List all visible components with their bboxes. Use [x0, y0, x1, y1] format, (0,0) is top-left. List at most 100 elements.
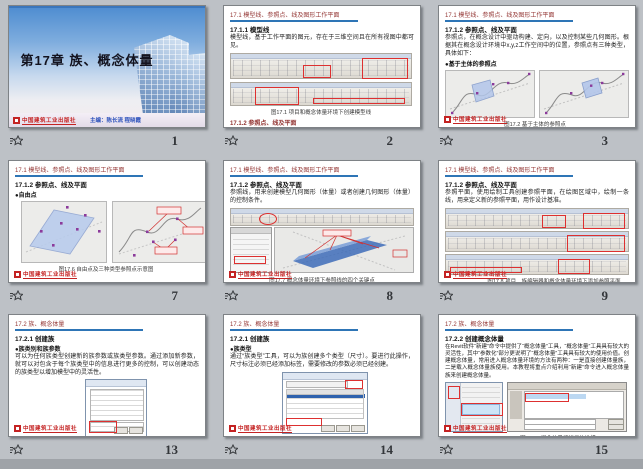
- slide-meta-row: 14: [223, 441, 419, 459]
- highlight-box: [461, 403, 503, 416]
- highlight-box: [303, 65, 331, 78]
- slide-number: 2: [387, 133, 420, 149]
- slide-meta-row: 2: [223, 132, 419, 150]
- section-header: 17.2 族、概念体量: [230, 319, 414, 328]
- slide-number: 14: [380, 442, 419, 458]
- animation-star-icon[interactable]: [438, 290, 453, 302]
- slide-thumbnail-15[interactable]: 17.2 族、概念体量 17.2.2 创建概念体量 在Revit软件“新建”命令…: [438, 314, 636, 437]
- title-slide-top-rule: [9, 6, 205, 8]
- file-list: [524, 391, 624, 419]
- reference-plane-graphic: [22, 202, 106, 262]
- revit-ribbon-screenshot-2: [445, 231, 629, 252]
- figure-row: [21, 201, 199, 263]
- publisher-logo-icon: [229, 425, 236, 432]
- dialog-title-bar: [283, 373, 367, 380]
- section-header: 17.1 模型线、参照点、线及图形工作平面: [445, 165, 629, 174]
- slide-thumbnail-2[interactable]: 17.1 模型线、参照点、线及图形工作平面 17.1.1 模型线 模型线，基于工…: [223, 5, 421, 128]
- publisher-logo: 中国建筑工业出版社: [13, 116, 76, 125]
- editors-line: 主编：陈长流 程晓霞: [90, 116, 141, 124]
- content-slide: 17.1 模型线、参照点、线及图形工作平面 17.1.2 参照点、线及平面 参照…: [224, 161, 420, 282]
- header-rule: [445, 329, 573, 331]
- revit-screenshot: [230, 208, 414, 274]
- subsection-heading: 17.1.2 参照点、线及平面: [15, 179, 199, 189]
- slide-thumbnail-3[interactable]: 17.1 模型线、参照点、线及图形工作平面 17.1.2 参照点、线及平面 参照…: [438, 5, 636, 128]
- publisher-name: 中国建筑工业出版社: [453, 424, 507, 433]
- slide-thumbnail-1[interactable]: 第17章 族、概念体量 中国建筑工业出版社 主编：陈长流 程晓霞: [8, 5, 206, 128]
- slide-thumbnail-8[interactable]: 17.1 模型线、参照点、线及图形工作平面 17.1.2 参照点、线及平面 参照…: [223, 160, 421, 283]
- subsection-heading: 17.1.2 参照点、线及平面: [445, 24, 629, 34]
- animation-star-icon[interactable]: [223, 444, 238, 456]
- header-rule: [230, 20, 358, 22]
- figure-caption: 图17.15 概念体量族样板的选择: [493, 434, 623, 437]
- revit-ribbon-screenshot-3: [445, 254, 629, 275]
- slide-meta-row: 3: [438, 132, 634, 150]
- animation-star-icon[interactable]: [223, 290, 238, 302]
- places-sidebar: [510, 391, 522, 419]
- figure-caption: 图17.1 项目和概念体量环境下创建模型线: [230, 108, 412, 116]
- highlight-box: [313, 98, 405, 104]
- publisher-logo: 中国建筑工业出版社: [14, 270, 77, 279]
- highlight-box: [558, 259, 590, 274]
- publisher-name: 中国建筑工业出版社: [453, 115, 507, 124]
- publisher-logo: 中国建筑工业出版社: [444, 115, 507, 124]
- body-text: 可以为任何族类型创建新的族参数或族类型参数。通过添加新参数，就可以对包含于每个族…: [15, 354, 199, 377]
- content-slide: 17.2 族、概念体量 17.2.1 创建族 ●族类别和族参数 可以为任何族类型…: [9, 315, 205, 436]
- publisher-logo-icon: [13, 117, 20, 124]
- animation-star-icon[interactable]: [8, 444, 23, 456]
- publisher-logo: 中国建筑工业出版社: [229, 424, 292, 433]
- header-rule: [230, 329, 358, 331]
- animation-star-icon[interactable]: [8, 290, 23, 302]
- family-types-dialog: [282, 372, 368, 434]
- slide-thumbnail-13[interactable]: 17.2 族、概念体量 17.2.1 创建族 ●族类别和族参数 可以为任何族类型…: [8, 314, 206, 437]
- parameter-grid: [286, 394, 364, 419]
- slide-meta-row: 1: [8, 132, 204, 150]
- section-header: 17.1 模型线、参照点、线及图形工作平面: [15, 165, 199, 174]
- free-point-plane-figure: [21, 201, 107, 263]
- publisher-logo: 中国建筑工业出版社: [229, 270, 292, 279]
- body-text: 参照线，用来创建模型几何图形（体量）或者创建几何图形（体量）的控制条件。: [230, 190, 414, 206]
- cancel-button: [608, 424, 624, 430]
- publisher-logo: 中国建筑工业出版社: [444, 424, 507, 433]
- slide-number: 7: [172, 288, 205, 304]
- publisher-logo-icon: [229, 271, 236, 278]
- publisher-logo: 中国建筑工业出版社: [14, 424, 77, 433]
- publisher-logo-icon: [444, 116, 451, 123]
- massing-form-graphic: [275, 228, 413, 272]
- slide-number: 1: [172, 133, 205, 149]
- publisher-name: 中国建筑工业出版社: [238, 270, 292, 279]
- animation-star-icon[interactable]: [438, 135, 453, 147]
- animation-star-icon[interactable]: [8, 135, 23, 147]
- content-slide: 17.2 族、概念体量 17.2.1 创建族 ●族类型 通过“族类型”工具，可以…: [224, 315, 420, 436]
- spline-with-plane-graphic: [540, 71, 628, 117]
- template-file-dialog: [507, 382, 627, 432]
- revit-ribbon-screenshot-1: [230, 53, 412, 79]
- filetype-field: [524, 424, 596, 430]
- slide-meta-row: 9: [438, 287, 634, 305]
- slide-thumbnail-7[interactable]: 17.1 模型线、参照点、线及图形工作平面 17.1.2 参照点、线及平面 ●自…: [8, 160, 206, 283]
- section-header: 17.2 族、概念体量: [15, 319, 199, 328]
- slide-number: 13: [165, 442, 204, 458]
- slide-thumbnail-14[interactable]: 17.2 族、概念体量 17.2.1 创建族 ●族类型 通过“族类型”工具，可以…: [223, 314, 421, 437]
- cancel-button: [336, 425, 350, 432]
- slide-meta-row: 8: [223, 287, 419, 305]
- slide-thumbnail-9[interactable]: 17.1 模型线、参照点、线及图形工作平面 17.1.2 参照点、线及平面 参照…: [438, 160, 636, 283]
- highlight-box: [89, 421, 117, 433]
- content-slide: 17.1 模型线、参照点、线及图形工作平面 17.1.1 模型线 模型线，基于工…: [224, 6, 420, 127]
- annotated-spline-graphic: [113, 202, 205, 262]
- bullet-item: ●基于主体的参照点: [445, 59, 629, 68]
- publisher-logo-icon: [14, 425, 21, 432]
- highlight-box: [525, 393, 569, 402]
- properties-palette: [230, 227, 272, 273]
- header-rule: [230, 175, 358, 177]
- subsection-heading: 17.1.1 模型线: [230, 24, 414, 34]
- highlight-box: [286, 418, 322, 426]
- animation-star-icon[interactable]: [438, 444, 453, 456]
- bullet-item: ●族类别和族参数: [15, 344, 199, 353]
- animation-star-icon[interactable]: [223, 135, 238, 147]
- content-slide: 17.1 模型线、参照点、线及图形工作平面 17.1.2 参照点、线及平面 ●自…: [9, 161, 205, 282]
- slide-meta-row: 7: [8, 287, 204, 305]
- highlight-box: [448, 386, 460, 399]
- dialog-title-bar: [86, 380, 146, 387]
- figure-row: [445, 70, 629, 118]
- publisher-logo-icon: [444, 425, 451, 432]
